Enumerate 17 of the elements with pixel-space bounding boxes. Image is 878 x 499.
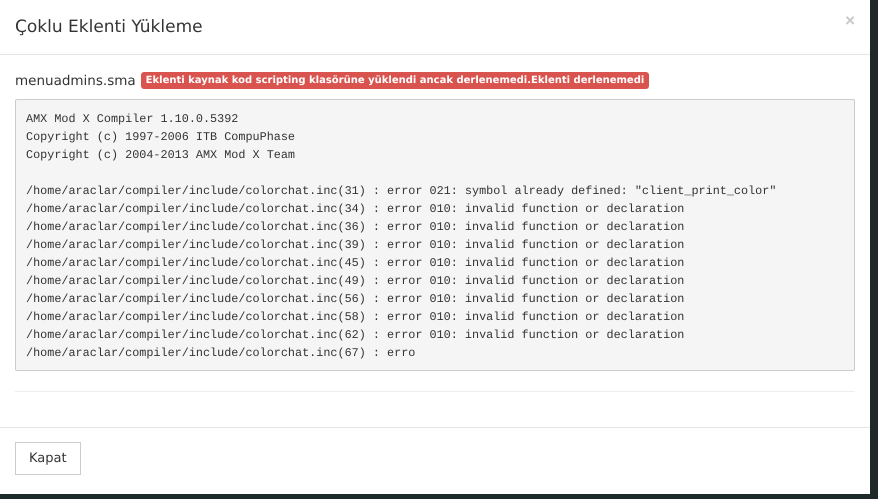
close-button[interactable]: Kapat xyxy=(15,442,81,475)
log-line: AMX Mod X Compiler 1.10.0.5392 xyxy=(26,111,240,128)
log-line: /home/araclar/compiler/include/colorchat.inc(39) : error 010: invalid function or declaration xyxy=(26,237,686,254)
modal-title: Çoklu Eklenti Yükleme xyxy=(15,17,203,37)
log-line: /home/araclar/compiler/include/colorchat.inc(49) : error 010: invalid function or declaration xyxy=(26,273,686,290)
log-line: Copyright (c) 2004-2013 AMX Mod X Team xyxy=(26,147,296,164)
log-line: /home/araclar/compiler/include/colorchat.inc(34) : error 010: invalid function or declaration xyxy=(26,201,686,218)
log-line: /home/araclar/compiler/include/colorchat.inc(62) : error 010: invalid function or declaration xyxy=(26,327,686,344)
log-line: /home/araclar/compiler/include/colorchat.inc(67) : erro xyxy=(26,345,416,362)
log-line: Copyright (c) 1997-2006 ITB CompuPhase xyxy=(26,129,296,146)
log-line: /home/araclar/compiler/include/colorchat.inc(56) : error 010: invalid function or declaration xyxy=(26,291,686,308)
error-label: Eklenti kaynak kod scripting klasörüne yüklendi ancak derlenemedi.Eklenti derlenemedi xyxy=(140,72,650,89)
file-name: menuadmins.sma xyxy=(15,72,136,88)
log-line: /home/araclar/compiler/include/colorchat.inc(58) : error 010: invalid function or declaration xyxy=(26,309,686,326)
log-line: /home/araclar/compiler/include/colorchat.inc(45) : error 010: invalid function or declaration xyxy=(26,255,686,272)
log-line: /home/araclar/compiler/include/colorchat.inc(31) : error 021: symbol already defined: "client_print_color" xyxy=(26,183,778,200)
log-line: /home/araclar/compiler/include/colorchat.inc(36) : error 010: invalid function or declaration xyxy=(26,219,686,236)
